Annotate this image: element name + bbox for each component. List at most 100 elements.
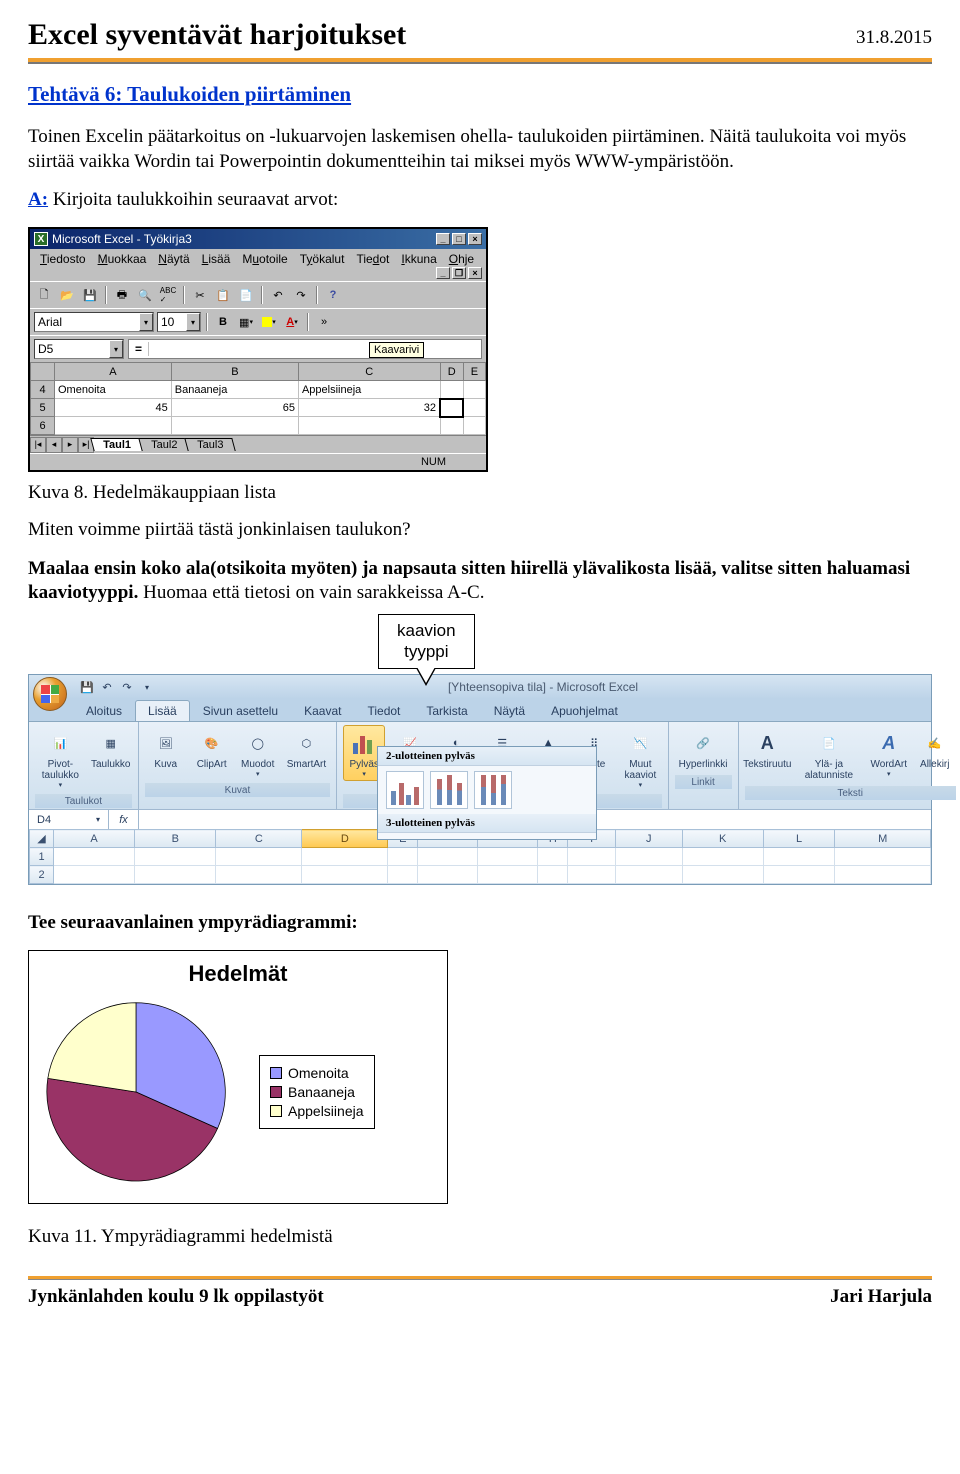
sheet-tabs: |◂ ◂ ▸ ▸| Taul1 Taul2 Taul3	[30, 435, 486, 453]
doc-minimize-button[interactable]: _	[436, 267, 450, 279]
btn-pivot[interactable]: 📊Pivot-taulukko▾	[35, 725, 86, 792]
footer-right: Jari Harjula	[830, 1286, 932, 1308]
btn-tekstiruutu[interactable]: ATekstiruutu	[745, 725, 791, 773]
tab-tarkista[interactable]: Tarkista	[413, 700, 480, 721]
page-title: Excel syventävät harjoitukset	[28, 18, 406, 52]
qat-save-icon[interactable]: 💾	[79, 679, 95, 695]
redo-icon[interactable]: ↷	[291, 285, 311, 305]
sheet-tab-2[interactable]: Taul2	[138, 438, 190, 451]
pie-svg	[41, 997, 231, 1187]
menu-muotoile[interactable]: Muotoile	[236, 251, 293, 267]
print-icon[interactable]: 🖶	[112, 285, 132, 305]
tab-kaavat[interactable]: Kaavat	[291, 700, 354, 721]
fillcolor-button[interactable]: ▾	[259, 312, 279, 332]
legend-appelsiineja: Appelsiineja	[270, 1103, 364, 1119]
sheet-tab-1[interactable]: Taul1	[90, 438, 143, 451]
btn-kuva[interactable]: 🖼Kuva	[145, 725, 187, 773]
btn-muodot[interactable]: ◯Muodot▾	[237, 725, 279, 781]
fontsize-combo[interactable]: 10▾	[157, 312, 201, 332]
group-linkit: 🔗Hyperlinkki Linkit	[669, 722, 739, 809]
tab-tiedot[interactable]: Tiedot	[354, 700, 413, 721]
btn-muut-kaaviot[interactable]: 📉Muut kaaviot▾	[619, 725, 661, 792]
namebox-combo[interactable]: D5▾	[34, 339, 124, 359]
tab-sivun-asettelu[interactable]: Sivun asettelu	[190, 700, 291, 721]
excel97-grid[interactable]: ABCDE 4OmenoitaBanaanejaAppelsiineja 545…	[30, 362, 486, 435]
maximize-button[interactable]: □	[452, 233, 466, 245]
btn-taulukko[interactable]: ▦Taulukko	[90, 725, 132, 773]
menu-muokkaa[interactable]: Muokkaa	[92, 251, 153, 267]
kaavarivi-tooltip: Kaavarivi	[369, 342, 424, 358]
new-icon[interactable]: 🗋	[34, 285, 54, 305]
undo-icon[interactable]: ↶	[268, 285, 288, 305]
tab-nav-prev[interactable]: ◂	[46, 437, 62, 453]
footer-rule-thin	[28, 1279, 932, 1280]
menu-ikkuna[interactable]: Ikkuna	[395, 251, 442, 267]
bold-button[interactable]: B	[213, 312, 233, 332]
excel-icon: X	[34, 232, 48, 246]
tab-apuohjelmat[interactable]: Apuohjelmat	[538, 700, 631, 721]
office-button[interactable]	[33, 677, 67, 711]
font-combo[interactable]: Arial▾	[34, 312, 154, 332]
section-a-text: Kirjoita taulukkoihin seuraavat arvot:	[48, 189, 338, 210]
btn-allekirj[interactable]: ✍Allekirj	[914, 725, 956, 773]
menu-tiedot[interactable]: Tiedot	[350, 251, 395, 267]
callout-kaavion-tyyppi: kaaviontyyppi	[378, 614, 475, 669]
formatting-toolbar: Arial▾ 10▾ B ▦▾ ▾ A▾ »	[30, 308, 486, 335]
chart-option-stacked100[interactable]	[474, 771, 512, 809]
group-teksti: ATekstiruutu 📄Ylä- ja alatunniste AWordA…	[739, 722, 960, 809]
save-icon[interactable]: 💾	[80, 285, 100, 305]
btn-hyperlinkki[interactable]: 🔗Hyperlinkki	[675, 725, 732, 773]
menu-lisaa[interactable]: Lisää	[196, 251, 237, 267]
pie-chart: Hedelmät Omenoita Banaaneja Appelsiineja	[28, 950, 448, 1204]
page-date: 31.8.2015	[856, 27, 932, 49]
menu-tiedosto[interactable]: Tiedosto	[34, 251, 92, 267]
sheet-tab-3[interactable]: Taul3	[184, 438, 236, 451]
btn-clipart[interactable]: 🎨ClipArt	[191, 725, 233, 773]
footer-left: Jynkänlahden koulu 9 lk oppilastyöt	[28, 1286, 324, 1308]
qat-redo-icon[interactable]: ↷	[119, 679, 135, 695]
more-buttons[interactable]: »	[314, 312, 334, 332]
tab-aloitus[interactable]: Aloitus	[73, 700, 135, 721]
preview-icon[interactable]: 🔍	[135, 285, 155, 305]
caption-kuva8: Kuva 8. Hedelmäkauppiaan lista	[28, 482, 932, 504]
open-icon[interactable]: 📂	[57, 285, 77, 305]
close-button[interactable]: ×	[468, 233, 482, 245]
dd-header-3d: 3-ulotteinen pylväs	[378, 814, 596, 833]
copy-icon[interactable]: 📋	[213, 285, 233, 305]
excel97-window: X Microsoft Excel - Työkirja3 _ □ × Tied…	[28, 227, 488, 472]
instruction-text: Maalaa ensin koko ala(otsikoita myöten) …	[28, 557, 932, 606]
tab-nav-first[interactable]: |◂	[30, 437, 46, 453]
chart-option-stacked[interactable]	[430, 771, 468, 809]
section-a: A: Kirjoita taulukkoihin seuraavat arvot…	[28, 188, 932, 213]
spellcheck-icon[interactable]: ABC✓	[158, 285, 178, 305]
task-title: Tehtävä 6: Taulukoiden piirtäminen	[28, 82, 932, 107]
help-icon[interactable]: ?	[323, 285, 343, 305]
tab-lisaa[interactable]: Lisää	[135, 700, 190, 721]
cut-icon[interactable]: ✂	[190, 285, 210, 305]
menu-tyokalut[interactable]: Työkalut	[294, 251, 351, 267]
fx-equals[interactable]: =	[129, 342, 149, 356]
btn-yla-ala[interactable]: 📄Ylä- ja alatunniste	[794, 725, 864, 784]
pylvas-dropdown: 2-ulotteinen pylväs 3-ulotteinen pylväs	[377, 746, 597, 840]
chart-option-clustered[interactable]	[386, 771, 424, 809]
menu-nayta[interactable]: Näytä	[152, 251, 195, 267]
ribbon-tabs: Aloitus Lisää Sivun asettelu Kaavat Tied…	[29, 699, 931, 721]
caption-kuva11: Kuva 11. Ympyrädiagrammi hedelmistä	[28, 1226, 932, 1248]
btn-wordart[interactable]: AWordArt▾	[868, 725, 910, 781]
excel97-title: Microsoft Excel - Työkirja3	[52, 232, 192, 246]
btn-smartart[interactable]: ⬡SmartArt	[283, 725, 330, 773]
doc-restore-button[interactable]: ❐	[452, 267, 466, 279]
qat-dropdown[interactable]: ▾	[139, 679, 155, 695]
paste-icon[interactable]: 📄	[236, 285, 256, 305]
excel97-titlebar: X Microsoft Excel - Työkirja3 _ □ ×	[30, 229, 486, 249]
doc-close-button[interactable]: ×	[468, 267, 482, 279]
tab-nayta[interactable]: Näytä	[481, 700, 538, 721]
ribbon-namebox[interactable]: D4 ▾	[29, 810, 109, 829]
qat-undo-icon[interactable]: ↶	[99, 679, 115, 695]
tab-nav-next[interactable]: ▸	[62, 437, 78, 453]
fontcolor-button[interactable]: A▾	[282, 312, 302, 332]
minimize-button[interactable]: _	[436, 233, 450, 245]
fx-icon[interactable]: fx	[109, 810, 139, 829]
menu-ohje[interactable]: Ohje	[443, 251, 480, 267]
border-button[interactable]: ▦▾	[236, 312, 256, 332]
